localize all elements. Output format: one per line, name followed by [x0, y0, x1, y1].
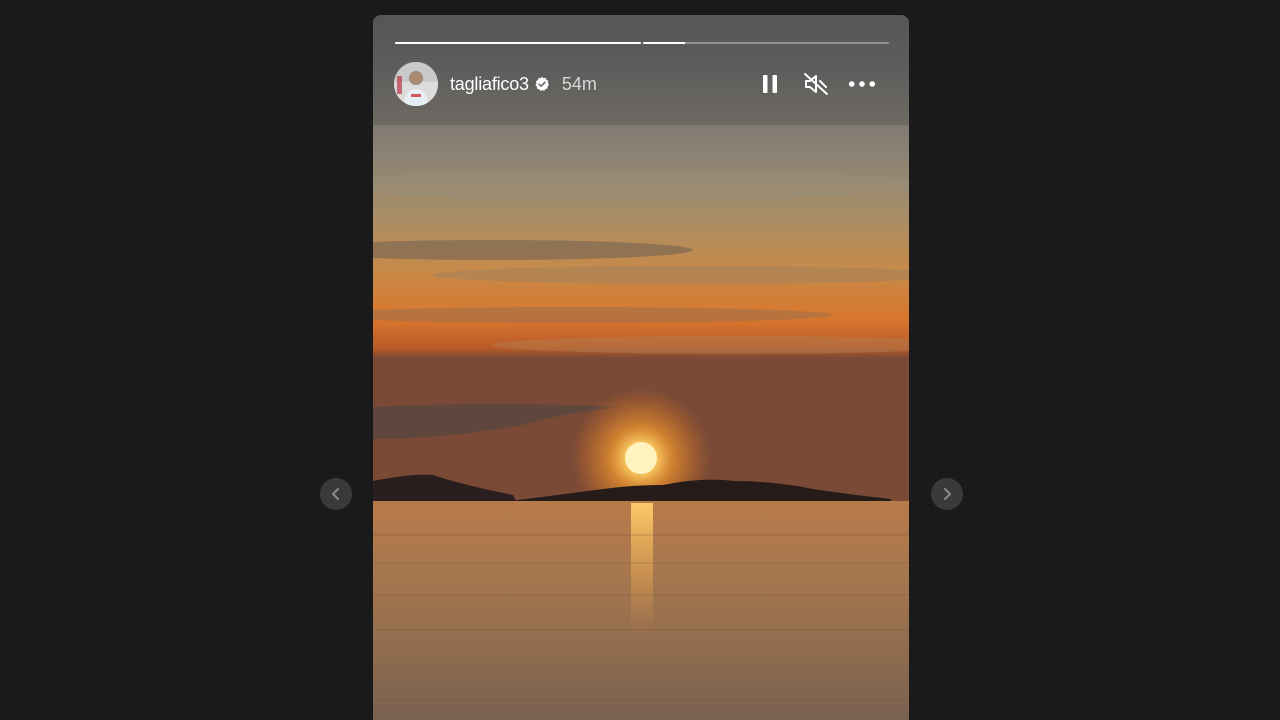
story-viewer-page: tagliafico3 54m [0, 0, 1280, 720]
progress-segment [643, 42, 889, 44]
story-controls [756, 70, 876, 98]
story-card[interactable]: tagliafico3 54m [373, 15, 909, 720]
story-media-image [373, 15, 909, 720]
progress-fill [395, 42, 641, 44]
pause-button[interactable] [756, 70, 784, 98]
next-story-button[interactable] [931, 478, 963, 510]
mute-toggle-button[interactable] [802, 70, 830, 98]
progress-fill [643, 42, 685, 44]
speaker-muted-icon [804, 73, 828, 95]
progress-segment [395, 42, 641, 44]
chevron-left-icon [332, 488, 339, 500]
previous-story-button[interactable] [320, 478, 352, 510]
avatar[interactable] [394, 62, 438, 106]
story-progress-bar [395, 42, 889, 44]
story-username[interactable]: tagliafico3 [450, 74, 529, 95]
more-options-button[interactable] [848, 70, 876, 98]
more-horizontal-icon [848, 81, 876, 87]
pause-icon [763, 75, 777, 93]
chevron-right-icon [944, 488, 951, 500]
verified-badge-icon [535, 76, 549, 91]
story-header: tagliafico3 54m [394, 61, 888, 107]
profile-photo [394, 62, 438, 106]
story-timestamp: 54m [561, 73, 597, 94]
